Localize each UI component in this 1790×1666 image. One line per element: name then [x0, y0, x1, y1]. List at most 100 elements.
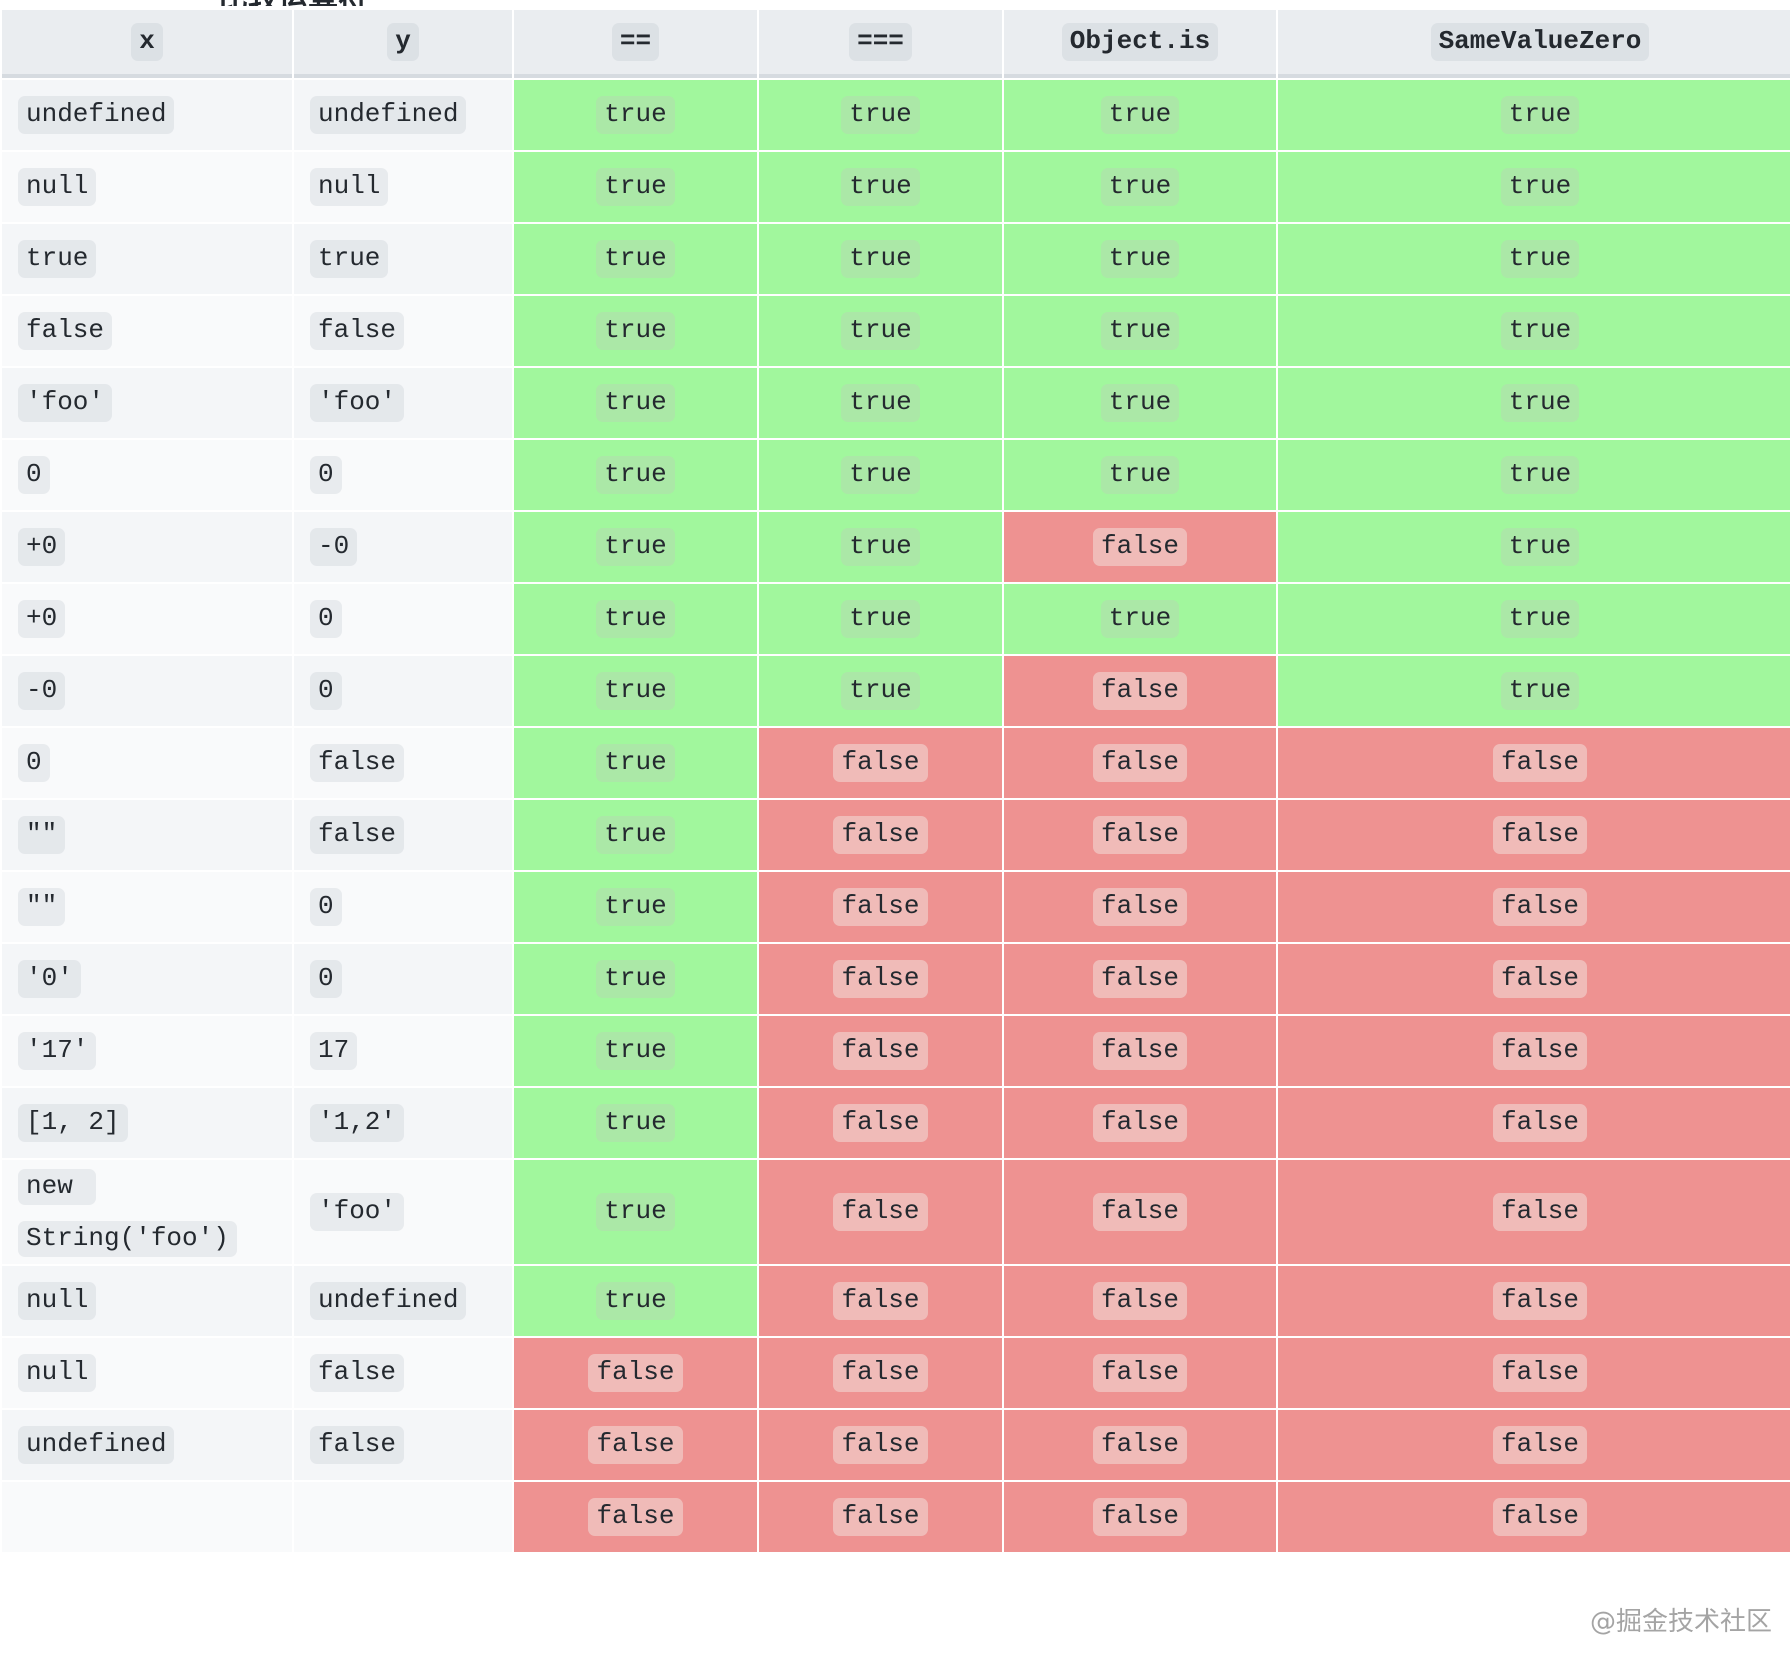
result-value: false [833, 1497, 928, 1537]
result-value: true [1100, 95, 1180, 135]
cell-result-object-is: false [1004, 1410, 1276, 1480]
cell-result-same-value-zero: false [1278, 1338, 1790, 1408]
cell-operand-x: +0 [2, 584, 292, 654]
cell-result-strict-equality: true [759, 512, 1002, 582]
cell-operand-x: true [2, 224, 292, 294]
result-value: true [596, 887, 675, 927]
table-row: '17' 17 true false false false [2, 1016, 1790, 1086]
operand-value: +0 [18, 599, 66, 639]
result-value: true [841, 599, 920, 639]
cell-result-same-value-zero: false [1278, 1088, 1790, 1158]
result-value: false [1492, 1497, 1587, 1537]
result-value: false [833, 1192, 928, 1232]
column-header-same-value-zero-label: SameValueZero [1430, 22, 1650, 62]
result-value: true [1500, 95, 1580, 135]
cell-result-loose-equality: false [514, 1410, 757, 1480]
cell-result-strict-equality: true [759, 368, 1002, 438]
cell-operand-y: 0 [294, 872, 512, 942]
cell-operand-x: 'foo' [2, 368, 292, 438]
cell-operand-y: 'foo' [294, 368, 512, 438]
result-value: false [588, 1353, 683, 1393]
result-value: false [833, 1031, 928, 1071]
result-value: true [1100, 383, 1180, 423]
cell-operand-x: "" [2, 872, 292, 942]
operand-value: 0 [18, 455, 50, 495]
cell-result-object-is: true [1004, 368, 1276, 438]
cell-operand-y: -0 [294, 512, 512, 582]
result-value: true [1500, 455, 1580, 495]
result-value: false [1492, 1353, 1587, 1393]
operand-value: false [310, 815, 405, 855]
cell-result-strict-equality: true [759, 296, 1002, 366]
result-value: true [596, 959, 675, 999]
cell-operand-x: "" [2, 800, 292, 870]
result-value: false [1492, 1103, 1587, 1143]
result-value: false [1492, 1031, 1587, 1071]
table-row: true true true true true true [2, 224, 1790, 294]
cell-result-loose-equality: true [514, 1160, 757, 1264]
cell-result-loose-equality: true [514, 1016, 757, 1086]
table-row: 'foo' 'foo' true true true true [2, 368, 1790, 438]
result-value: false [833, 1425, 928, 1465]
cell-result-loose-equality: true [514, 1088, 757, 1158]
cell-result-object-is: true [1004, 296, 1276, 366]
operand-value: undefined [310, 95, 467, 135]
result-value: true [596, 671, 675, 711]
cell-result-object-is: false [1004, 1088, 1276, 1158]
cell-result-strict-equality: false [759, 872, 1002, 942]
operand-value: +0 [18, 527, 66, 567]
result-value: true [841, 671, 920, 711]
cell-result-loose-equality: true [514, 368, 757, 438]
result-value: true [1100, 599, 1180, 639]
equality-comparison-table: x y == === Object.is SameValueZero undef… [0, 8, 1790, 1554]
table-row: +0 -0 true true false true [2, 512, 1790, 582]
cell-result-same-value-zero: false [1278, 800, 1790, 870]
cell-operand-x: undefined [2, 1410, 292, 1480]
cell-result-strict-equality: true [759, 440, 1002, 510]
cell-result-same-value-zero: false [1278, 1160, 1790, 1264]
cell-result-same-value-zero: false [1278, 872, 1790, 942]
cell-result-object-is: false [1004, 944, 1276, 1014]
cell-operand-y: null [294, 152, 512, 222]
column-header-x-label: x [131, 22, 163, 62]
result-value: true [596, 743, 675, 783]
result-value: true [1100, 311, 1180, 351]
result-value: false [1492, 1425, 1587, 1465]
table-row: -0 0 true true false true [2, 656, 1790, 726]
result-value: false [1092, 527, 1187, 567]
cell-result-same-value-zero: true [1278, 152, 1790, 222]
result-value: true [841, 95, 920, 135]
cell-result-object-is: false [1004, 1160, 1276, 1264]
cell-operand-y: false [294, 296, 512, 366]
cell-result-strict-equality: true [759, 584, 1002, 654]
cell-result-loose-equality: true [514, 1266, 757, 1336]
result-value: false [1092, 815, 1187, 855]
cell-result-object-is: false [1004, 1266, 1276, 1336]
cell-result-strict-equality: false [759, 1482, 1002, 1552]
table-row: new String('foo') 'foo' true false false fals… [2, 1160, 1790, 1264]
operand-value: false [18, 311, 113, 351]
cell-result-strict-equality: false [759, 1016, 1002, 1086]
operand-value: 0 [18, 743, 50, 783]
cell-operand-y: 'foo' [294, 1160, 512, 1264]
result-value: true [596, 599, 675, 639]
table-row: false false false false [2, 1482, 1790, 1552]
operand-value: undefined [18, 95, 175, 135]
result-value: false [1092, 887, 1187, 927]
cell-result-object-is: true [1004, 440, 1276, 510]
operand-value: null [18, 1353, 97, 1393]
table-row: 0 false true false false false [2, 728, 1790, 798]
cell-operand-y: undefined [294, 1266, 512, 1336]
result-value: true [596, 455, 675, 495]
cell-result-loose-equality: true [514, 296, 757, 366]
cell-operand-y: 0 [294, 584, 512, 654]
cell-operand-y: '1,2' [294, 1088, 512, 1158]
cell-result-strict-equality: false [759, 1338, 1002, 1408]
operand-value: '17' [18, 1031, 97, 1071]
operand-value: "" [18, 815, 66, 855]
result-value: false [1092, 1353, 1187, 1393]
operand-value: [1, 2] [18, 1103, 128, 1143]
result-value: true [596, 1192, 675, 1232]
cell-operand-y: 0 [294, 944, 512, 1014]
operand-value: 0 [310, 887, 342, 927]
